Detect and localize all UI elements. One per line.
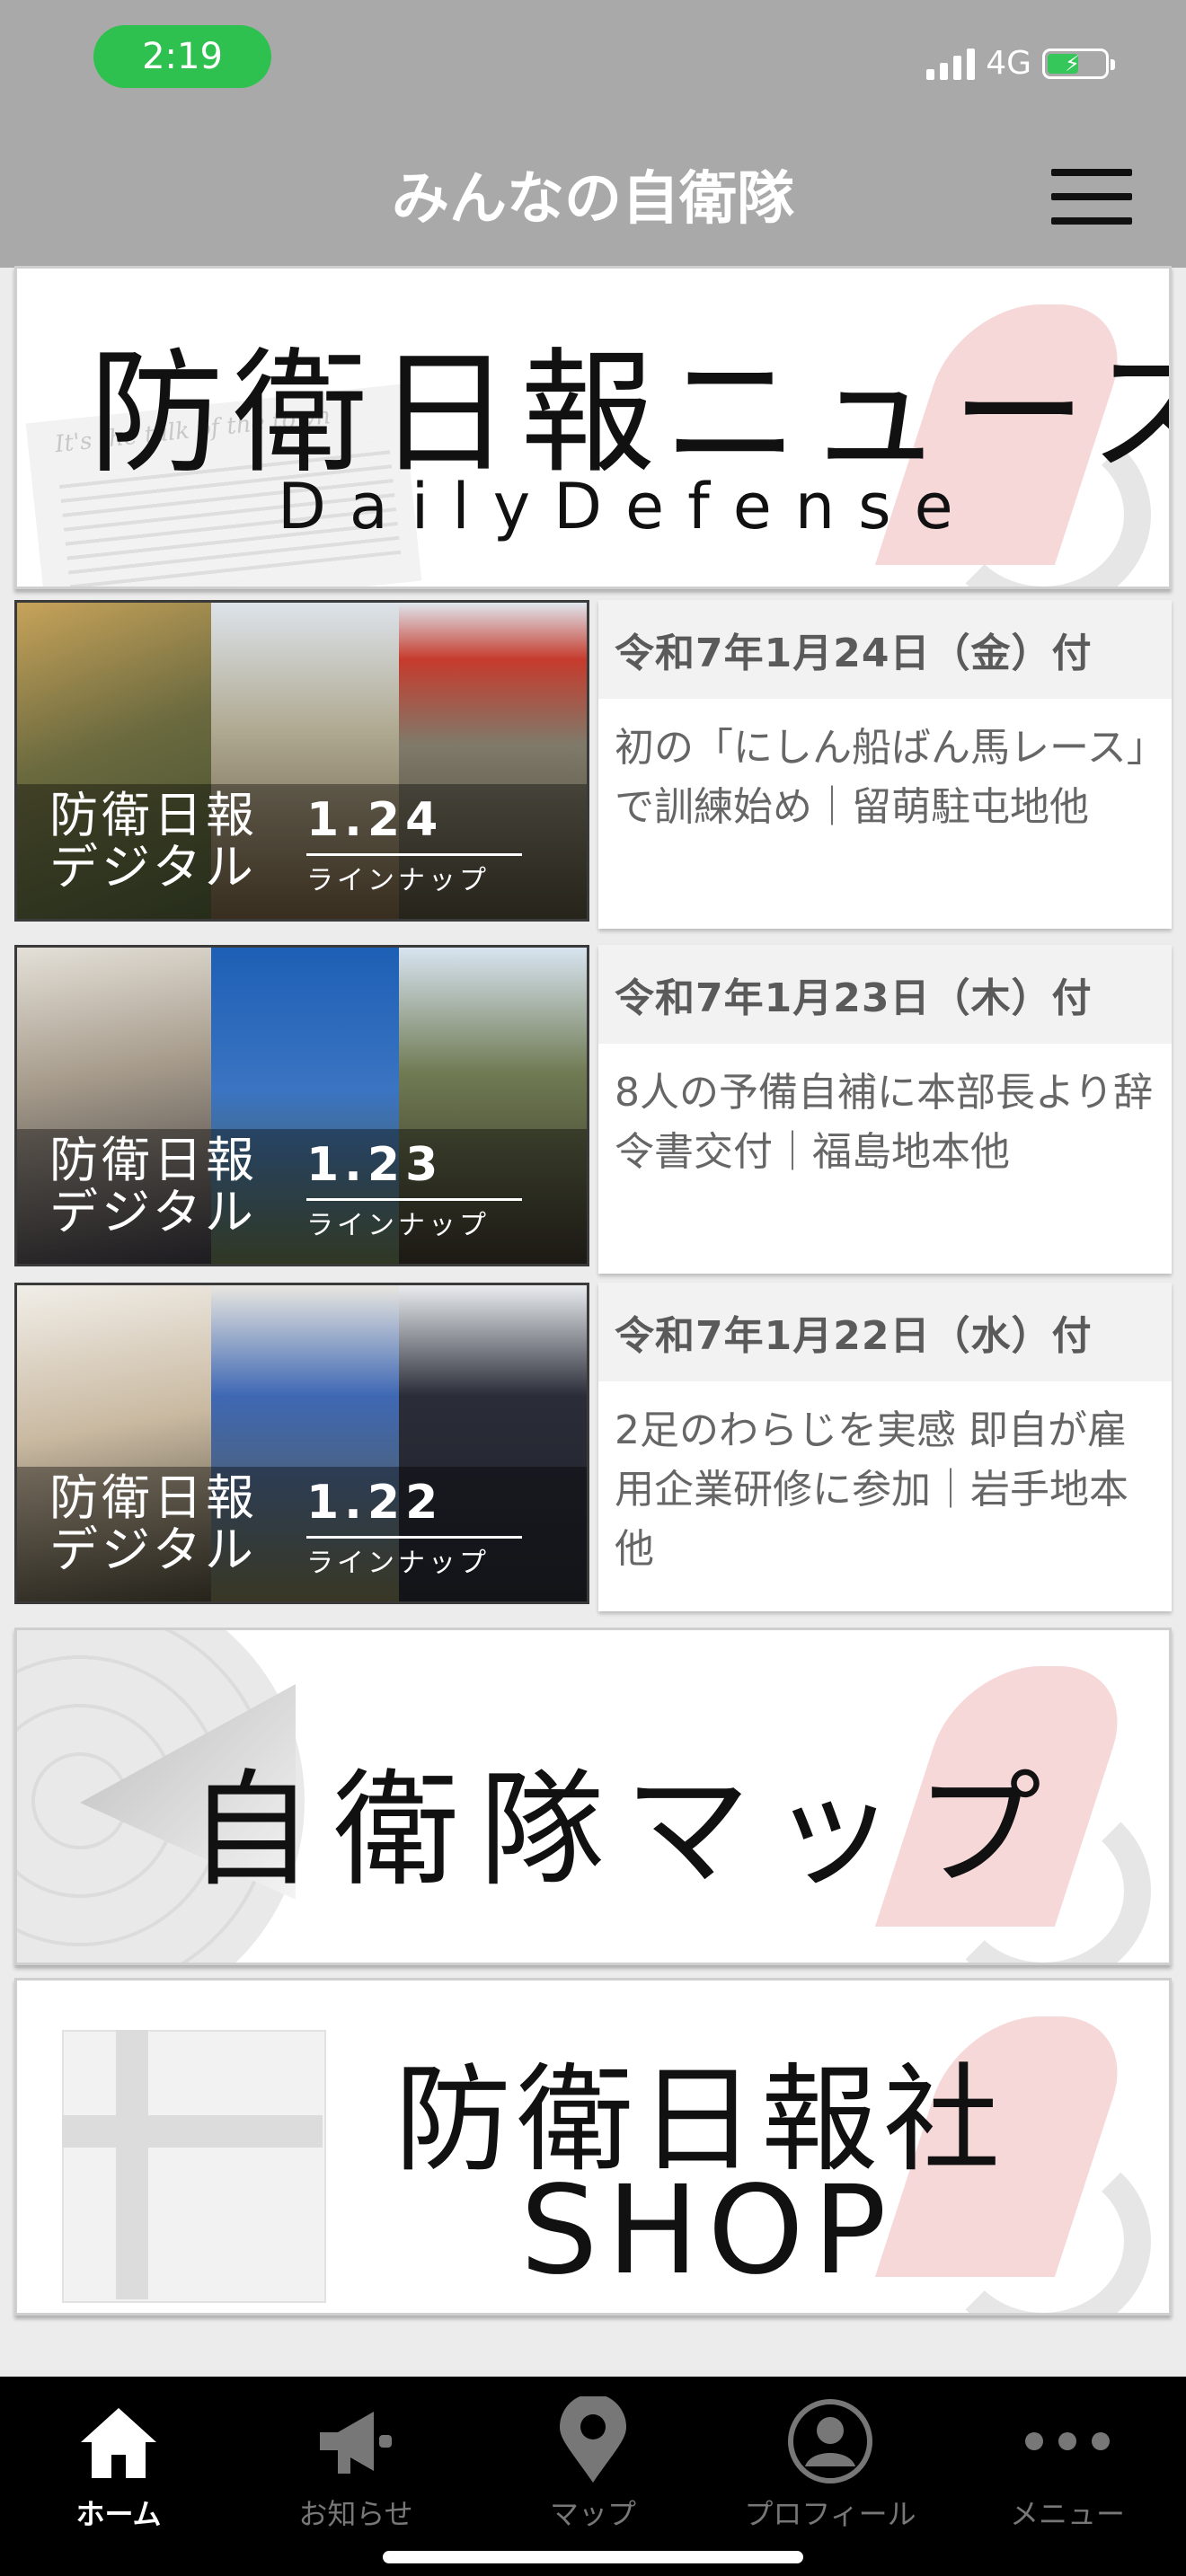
- hamburger-menu-icon[interactable]: [1051, 169, 1132, 225]
- article-headline: 初の「にしん船ばん馬レース」で訓練始め｜留萌駐屯地他: [615, 725, 1146, 830]
- megaphone-icon: [257, 2395, 455, 2488]
- article-info[interactable]: 令和7年1月22日（水）付 2足のわらじを実感 即自が雇用企業研修に参加｜岩手地…: [598, 1283, 1172, 1611]
- thumb-date: 1.22: [306, 1476, 444, 1530]
- article-info[interactable]: 令和7年1月23日（木）付 8人の予備自補に本部長より辞令書交付｜福島地本他: [598, 945, 1172, 1274]
- daily-defense-banner[interactable]: It's the talk of the town 防衛日報ニュース Daily…: [14, 266, 1172, 589]
- article-row[interactable]: 防衛日報 デジタル 1.23 ラインナップ 令和7年1月23日（木）付 8人の予備…: [14, 945, 1172, 1277]
- tab-home[interactable]: ホーム: [20, 2395, 217, 2531]
- article-date: 令和7年1月22日（水）付: [598, 1283, 1172, 1381]
- article-row[interactable]: 防衛日報 デジタル 1.22 ラインナップ 令和7年1月22日（水）付 2足のわら…: [14, 1283, 1172, 1615]
- map-pin-icon: [494, 2395, 692, 2488]
- thumb-date: 1.24: [306, 793, 444, 847]
- thumb-date: 1.23: [306, 1138, 444, 1192]
- app-header: 2:19 4G ⚡ みんなの自衛隊: [0, 0, 1186, 268]
- tab-map[interactable]: マップ: [494, 2395, 692, 2531]
- page-title: みんなの自衛隊: [392, 166, 794, 233]
- status-indicators: 4G ⚡: [926, 45, 1115, 82]
- more-icon: [969, 2395, 1166, 2488]
- article-date: 令和7年1月23日（木）付: [598, 945, 1172, 1044]
- status-time: 2:19: [93, 25, 271, 88]
- home-indicator[interactable]: [383, 2551, 803, 2563]
- article-headline: 8人の予備自補に本部長より辞令書交付｜福島地本他: [615, 1070, 1154, 1175]
- shop-banner[interactable]: 防衛日報社 SHOP: [14, 1978, 1172, 2316]
- network-type: 4G: [986, 45, 1031, 82]
- article-row[interactable]: 防衛日報 デジタル 1.24 ラインナップ 令和7年1月24日（金）付 初の「にし…: [14, 600, 1172, 932]
- shop-banner-subtitle: SHOP: [520, 2160, 896, 2302]
- news-banner-subtitle: DailyDefense: [278, 470, 977, 543]
- signal-icon: [926, 48, 976, 80]
- article-date: 令和7年1月24日（金）付: [598, 600, 1172, 699]
- bottom-tab-bar: ホーム お知らせ マップ プロフィール メニュー: [0, 2377, 1186, 2576]
- article-headline: 2足のわらじを実感 即自が雇用企業研修に参加｜岩手地本他: [615, 1407, 1128, 1572]
- article-thumbnail[interactable]: 防衛日報 デジタル 1.22 ラインナップ: [14, 1283, 589, 1604]
- article-thumbnail[interactable]: 防衛日報 デジタル 1.24 ラインナップ: [14, 600, 589, 922]
- home-icon: [20, 2395, 217, 2488]
- profile-icon: [731, 2395, 929, 2488]
- battery-icon: ⚡: [1042, 48, 1115, 79]
- tab-notifications[interactable]: お知らせ: [257, 2395, 455, 2531]
- article-info[interactable]: 令和7年1月24日（金）付 初の「にしん船ばん馬レース」で訓練始め｜留萌駐屯地他: [598, 600, 1172, 929]
- map-banner-title: 自衛隊マップ: [188, 1758, 1062, 1904]
- jsdf-map-banner[interactable]: 自衛隊マップ: [14, 1628, 1172, 1965]
- tab-profile[interactable]: プロフィール: [731, 2395, 929, 2531]
- tab-menu[interactable]: メニュー: [969, 2395, 1166, 2531]
- gift-box-graphic: [62, 2030, 326, 2303]
- article-thumbnail[interactable]: 防衛日報 デジタル 1.23 ラインナップ: [14, 945, 589, 1266]
